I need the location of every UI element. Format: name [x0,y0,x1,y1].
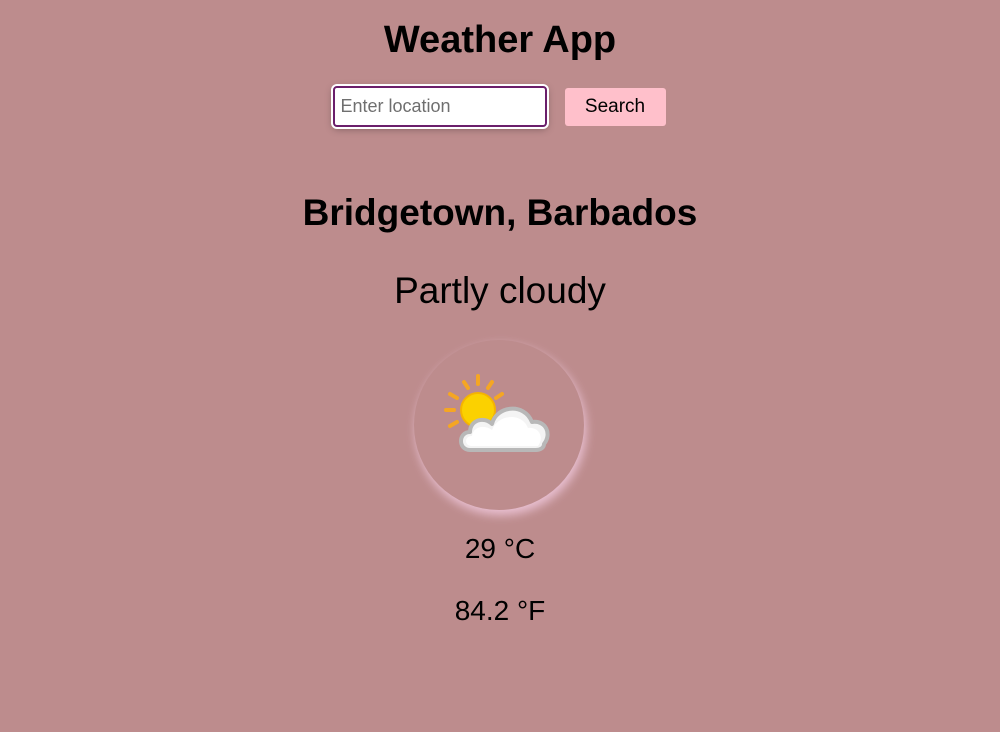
temperature-celsius: 29 °C [464,533,536,564]
location-search-input[interactable] [332,86,547,127]
search-bar: Search [0,86,1000,127]
app-title: Weather App [383,19,617,61]
temperature-fahrenheit: 84.2 °F [454,595,546,626]
weather-app: Weather App Search Bridgetown, Barbados … [0,0,1000,732]
location-name: Bridgetown, Barbados [302,192,698,233]
partly-cloudy-icon [444,374,550,452]
weather-condition: Partly cloudy [394,270,606,311]
search-button[interactable]: Search [564,87,666,126]
weather-icon-container [414,340,584,510]
